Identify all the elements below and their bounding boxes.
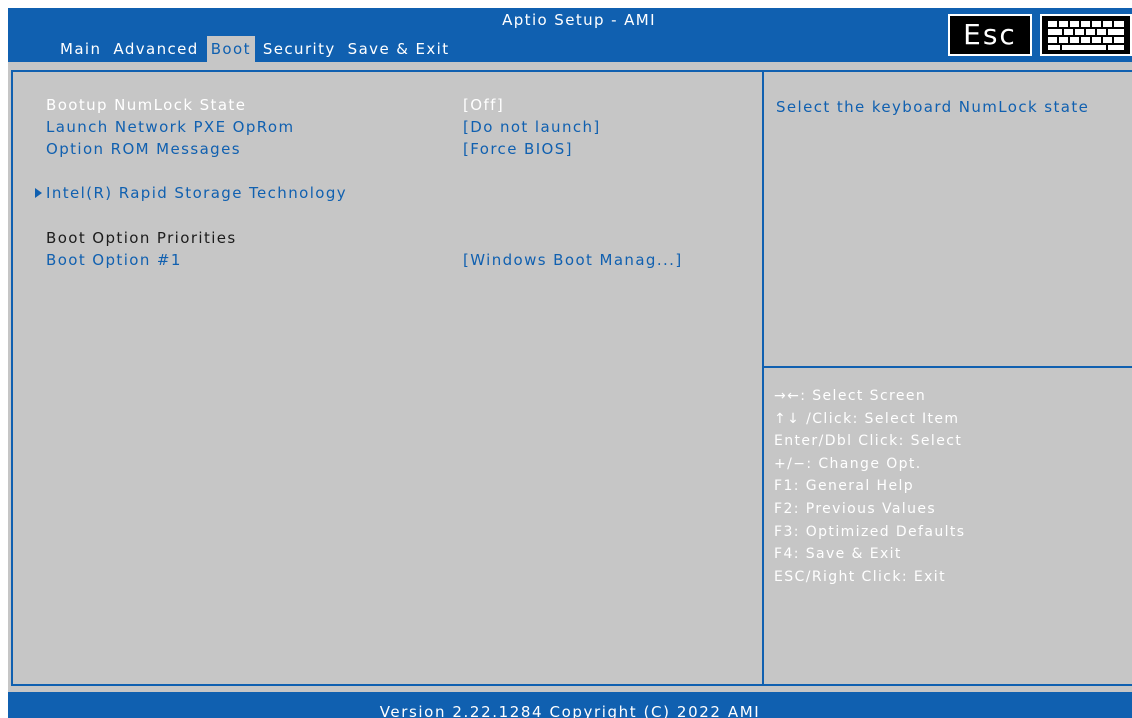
setting-value[interactable]: [Do not launch] [463,116,601,138]
setting-label: Boot Option #1 [46,251,182,269]
header-bar: Aptio Setup - AMI Main Advanced Boot Sec… [8,8,1132,62]
key-hint: F1: General Help [774,478,915,495]
help-description: Select the keyboard NumLock state [776,98,1090,116]
key-legend: →←: Select Screen ↑↓ /Click: Select Item… [774,385,966,588]
setting-row-pxe[interactable]: Launch Network PXE OpRom [Do not launch] [13,116,753,138]
key-hint: F4: Save & Exit [774,546,902,563]
app-title: Aptio Setup - AMI [502,11,656,29]
help-divider [764,366,1132,368]
tab-boot[interactable]: Boot [206,36,255,62]
setting-label: Option ROM Messages [46,140,241,158]
section-heading-boot-priorities: Boot Option Priorities [13,227,753,249]
key-hint: →←: Select Screen [774,388,927,404]
setting-row-numlock[interactable]: Bootup NumLock State [Off] [13,94,753,116]
setting-label: Bootup NumLock State [46,96,247,114]
keyboard-icon[interactable] [1040,14,1132,56]
key-hint: F2: Previous Values [774,500,937,517]
submenu-intel-rst[interactable]: Intel(R) Rapid Storage Technology [13,182,753,204]
tab-bar: Main Advanced Boot Security Save & Exit [56,30,458,62]
key-hint: +/−: Change Opt. [774,455,922,472]
version-footer: Version 2.22.1284 Copyright (C) 2022 AMI [8,692,1132,718]
tab-main[interactable]: Main [56,36,105,62]
bios-screen: Aptio Setup - AMI Main Advanced Boot Sec… [8,8,1132,718]
tab-security[interactable]: Security [259,36,340,62]
tab-save-exit[interactable]: Save & Exit [344,36,454,62]
submenu-label: Intel(R) Rapid Storage Technology [46,184,348,202]
tab-advanced[interactable]: Advanced [109,36,202,62]
setting-row-boot-option-1[interactable]: Boot Option #1 [Windows Boot Manag...] [13,249,753,271]
setting-value[interactable]: [Off] [463,94,504,116]
esc-button[interactable]: Esc [948,14,1032,56]
key-hint: Enter/Dbl Click: Select [774,433,963,450]
section-heading: Boot Option Priorities [46,229,237,247]
setting-value[interactable]: [Force BIOS] [463,138,573,160]
key-hint: F3: Optimized Defaults [774,523,966,540]
setting-row-option-rom[interactable]: Option ROM Messages [Force BIOS] [13,138,753,160]
help-panel: Select the keyboard NumLock state →←: Se… [762,70,1132,686]
keyboard-icon-graphic [1048,21,1124,50]
settings-panel: Bootup NumLock State [Off] Launch Networ… [11,70,764,686]
key-hint: ↑↓ /Click: Select Item [774,410,960,427]
setting-label: Launch Network PXE OpRom [46,118,295,136]
submenu-arrow-icon [35,188,42,198]
setting-value[interactable]: [Windows Boot Manag...] [463,249,683,271]
key-hint: ESC/Right Click: Exit [774,568,946,585]
